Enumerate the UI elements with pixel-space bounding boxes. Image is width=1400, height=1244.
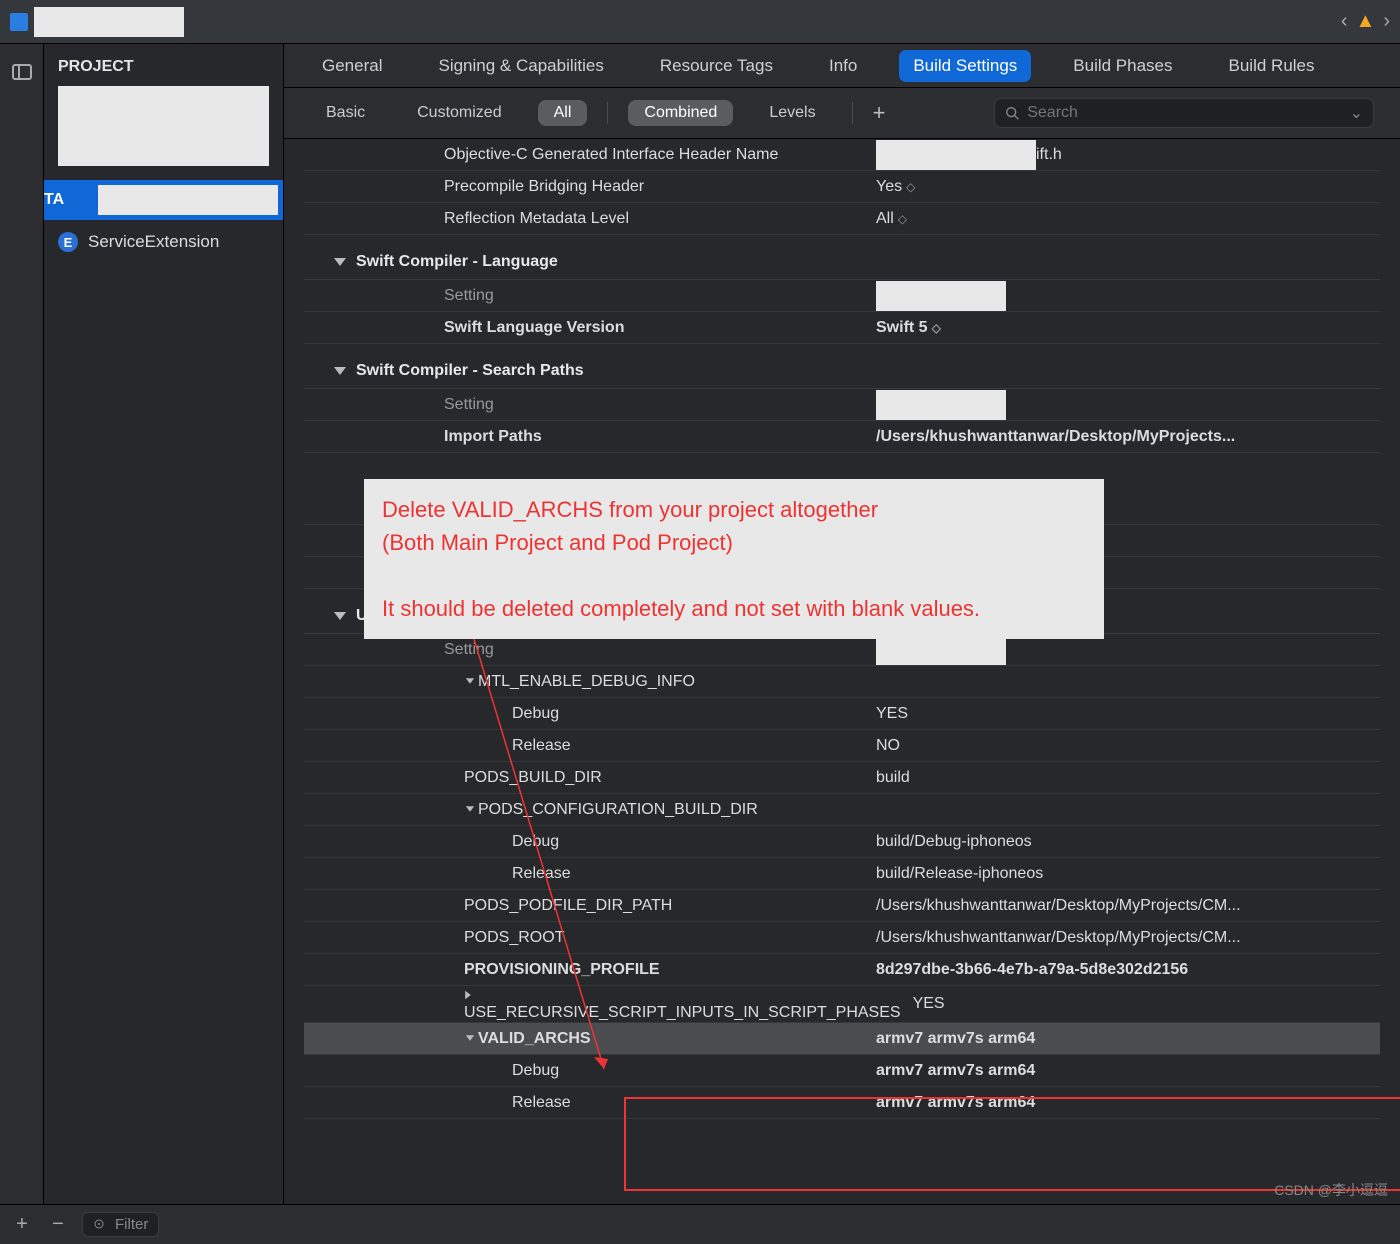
separator <box>607 102 608 124</box>
settings-list: Objective-C Generated Interface Header N… <box>284 139 1400 1204</box>
tab-resource-tags[interactable]: Resource Tags <box>646 50 787 82</box>
section-swift-language[interactable]: Swift Compiler - Language <box>304 235 1380 280</box>
project-item-redacted[interactable] <box>58 86 269 166</box>
setting-row[interactable]: PROVISIONING_PROFILE8d297dbe-3b66-4e7b-a… <box>304 954 1380 986</box>
setting-header-row: Setting <box>304 389 1380 421</box>
bottom-bar: + − Filter <box>0 1204 1400 1244</box>
project-sidebar: PROJECT TA E ServiceExtension <box>44 44 284 1204</box>
project-header: PROJECT <box>44 44 283 86</box>
setting-row[interactable]: USE_RECURSIVE_SCRIPT_INPUTS_IN_SCRIPT_PH… <box>304 986 1380 1023</box>
chevron-down-icon[interactable]: ⌄ <box>1350 103 1363 123</box>
setting-row[interactable]: Releasearmv7 armv7s arm64 <box>304 1087 1380 1119</box>
tab-build-settings[interactable]: Build Settings <box>899 50 1031 82</box>
tab-signing[interactable]: Signing & Capabilities <box>424 50 617 82</box>
filter-all[interactable]: All <box>538 100 588 126</box>
filter-levels[interactable]: Levels <box>753 100 831 126</box>
search-icon <box>1005 105 1019 121</box>
setting-row[interactable]: Releasebuild/Release-iphoneos <box>304 858 1380 890</box>
chevron-updown-icon: ◇ <box>898 212 907 226</box>
left-rail <box>0 44 44 1204</box>
add-button[interactable]: + <box>10 1213 34 1236</box>
extension-badge-icon: E <box>58 232 78 252</box>
disclosure-triangle-icon <box>334 367 346 375</box>
filter-customized[interactable]: Customized <box>401 100 517 126</box>
tab-general[interactable]: General <box>308 50 396 82</box>
setting-row[interactable]: VALID_ARCHSarmv7 armv7s arm64 <box>304 1023 1380 1055</box>
tab-build-rules[interactable]: Build Rules <box>1215 50 1329 82</box>
editor-tabs: General Signing & Capabilities Resource … <box>284 44 1400 88</box>
setting-row[interactable]: DebugYES <box>304 698 1380 730</box>
setting-row[interactable]: MTL_ENABLE_DEBUG_INFO <box>304 666 1380 698</box>
setting-row[interactable]: PODS_PODFILE_DIR_PATH/Users/khushwanttan… <box>304 890 1380 922</box>
service-extension-label: ServiceExtension <box>88 232 219 252</box>
targets-header: TA <box>44 191 64 209</box>
chevron-right-icon[interactable]: › <box>1383 10 1390 33</box>
setting-row[interactable]: PODS_BUILD_DIRbuild <box>304 762 1380 794</box>
selected-target[interactable]: TA <box>44 180 283 220</box>
setting-row[interactable]: Reflection Metadata LevelAll◇ <box>304 203 1380 235</box>
annotation-callout: Delete VALID_ARCHS from your project alt… <box>364 479 1104 639</box>
project-title-redacted <box>34 7 184 37</box>
setting-row[interactable]: PODS_CONFIGURATION_BUILD_DIR <box>304 794 1380 826</box>
document-icon <box>10 13 28 31</box>
setting-row[interactable]: Debugarmv7 armv7s arm64 <box>304 1055 1380 1087</box>
setting-row[interactable]: Swift Language VersionSwift 5◇ <box>304 312 1380 344</box>
setting-row[interactable]: Debugbuild/Debug-iphoneos <box>304 826 1380 858</box>
filter-basic[interactable]: Basic <box>310 100 381 126</box>
setting-row[interactable]: Import Paths/Users/khushwanttanwar/Deskt… <box>304 421 1380 453</box>
search-input[interactable] <box>1027 104 1345 122</box>
tab-info[interactable]: Info <box>815 50 871 82</box>
value-redacted <box>876 140 1036 170</box>
value-redacted <box>876 390 1006 420</box>
value-redacted <box>876 281 1006 311</box>
sidebar-item-service-extension[interactable]: E ServiceExtension <box>44 220 283 264</box>
disclosure-triangle-icon <box>334 258 346 266</box>
separator <box>852 102 853 124</box>
setting-header-row: Setting <box>304 280 1380 312</box>
value-redacted <box>876 635 1006 665</box>
search-field[interactable]: ⌄ <box>994 98 1374 128</box>
setting-row[interactable]: Objective-C Generated Interface Header N… <box>304 139 1380 171</box>
warning-icon[interactable]: ▲ <box>1356 10 1376 33</box>
filter-field[interactable]: Filter <box>82 1212 159 1237</box>
filter-bar: Basic Customized All Combined Levels + ⌄ <box>284 88 1400 139</box>
disclosure-triangle-icon <box>334 612 346 620</box>
panel-toggle-icon[interactable] <box>12 64 32 80</box>
remove-button[interactable]: − <box>46 1213 70 1236</box>
setting-row[interactable]: PODS_ROOT/Users/khushwanttanwar/Desktop/… <box>304 922 1380 954</box>
chevron-updown-icon: ◇ <box>906 180 915 194</box>
tab-build-phases[interactable]: Build Phases <box>1059 50 1186 82</box>
chevron-left-icon[interactable]: ‹ <box>1341 10 1348 33</box>
chevron-updown-icon: ◇ <box>932 321 941 335</box>
watermark: CSDN @李小逗逗 <box>1274 1180 1388 1200</box>
filter-combined[interactable]: Combined <box>628 100 733 126</box>
target-name-redacted <box>98 185 278 215</box>
setting-row[interactable]: Precompile Bridging HeaderYes◇ <box>304 171 1380 203</box>
add-button[interactable]: + <box>873 100 886 126</box>
title-bar: ‹ ▲ › <box>0 0 1400 44</box>
filter-icon <box>93 1218 107 1232</box>
setting-row[interactable]: ReleaseNO <box>304 730 1380 762</box>
section-swift-search-paths[interactable]: Swift Compiler - Search Paths <box>304 344 1380 389</box>
